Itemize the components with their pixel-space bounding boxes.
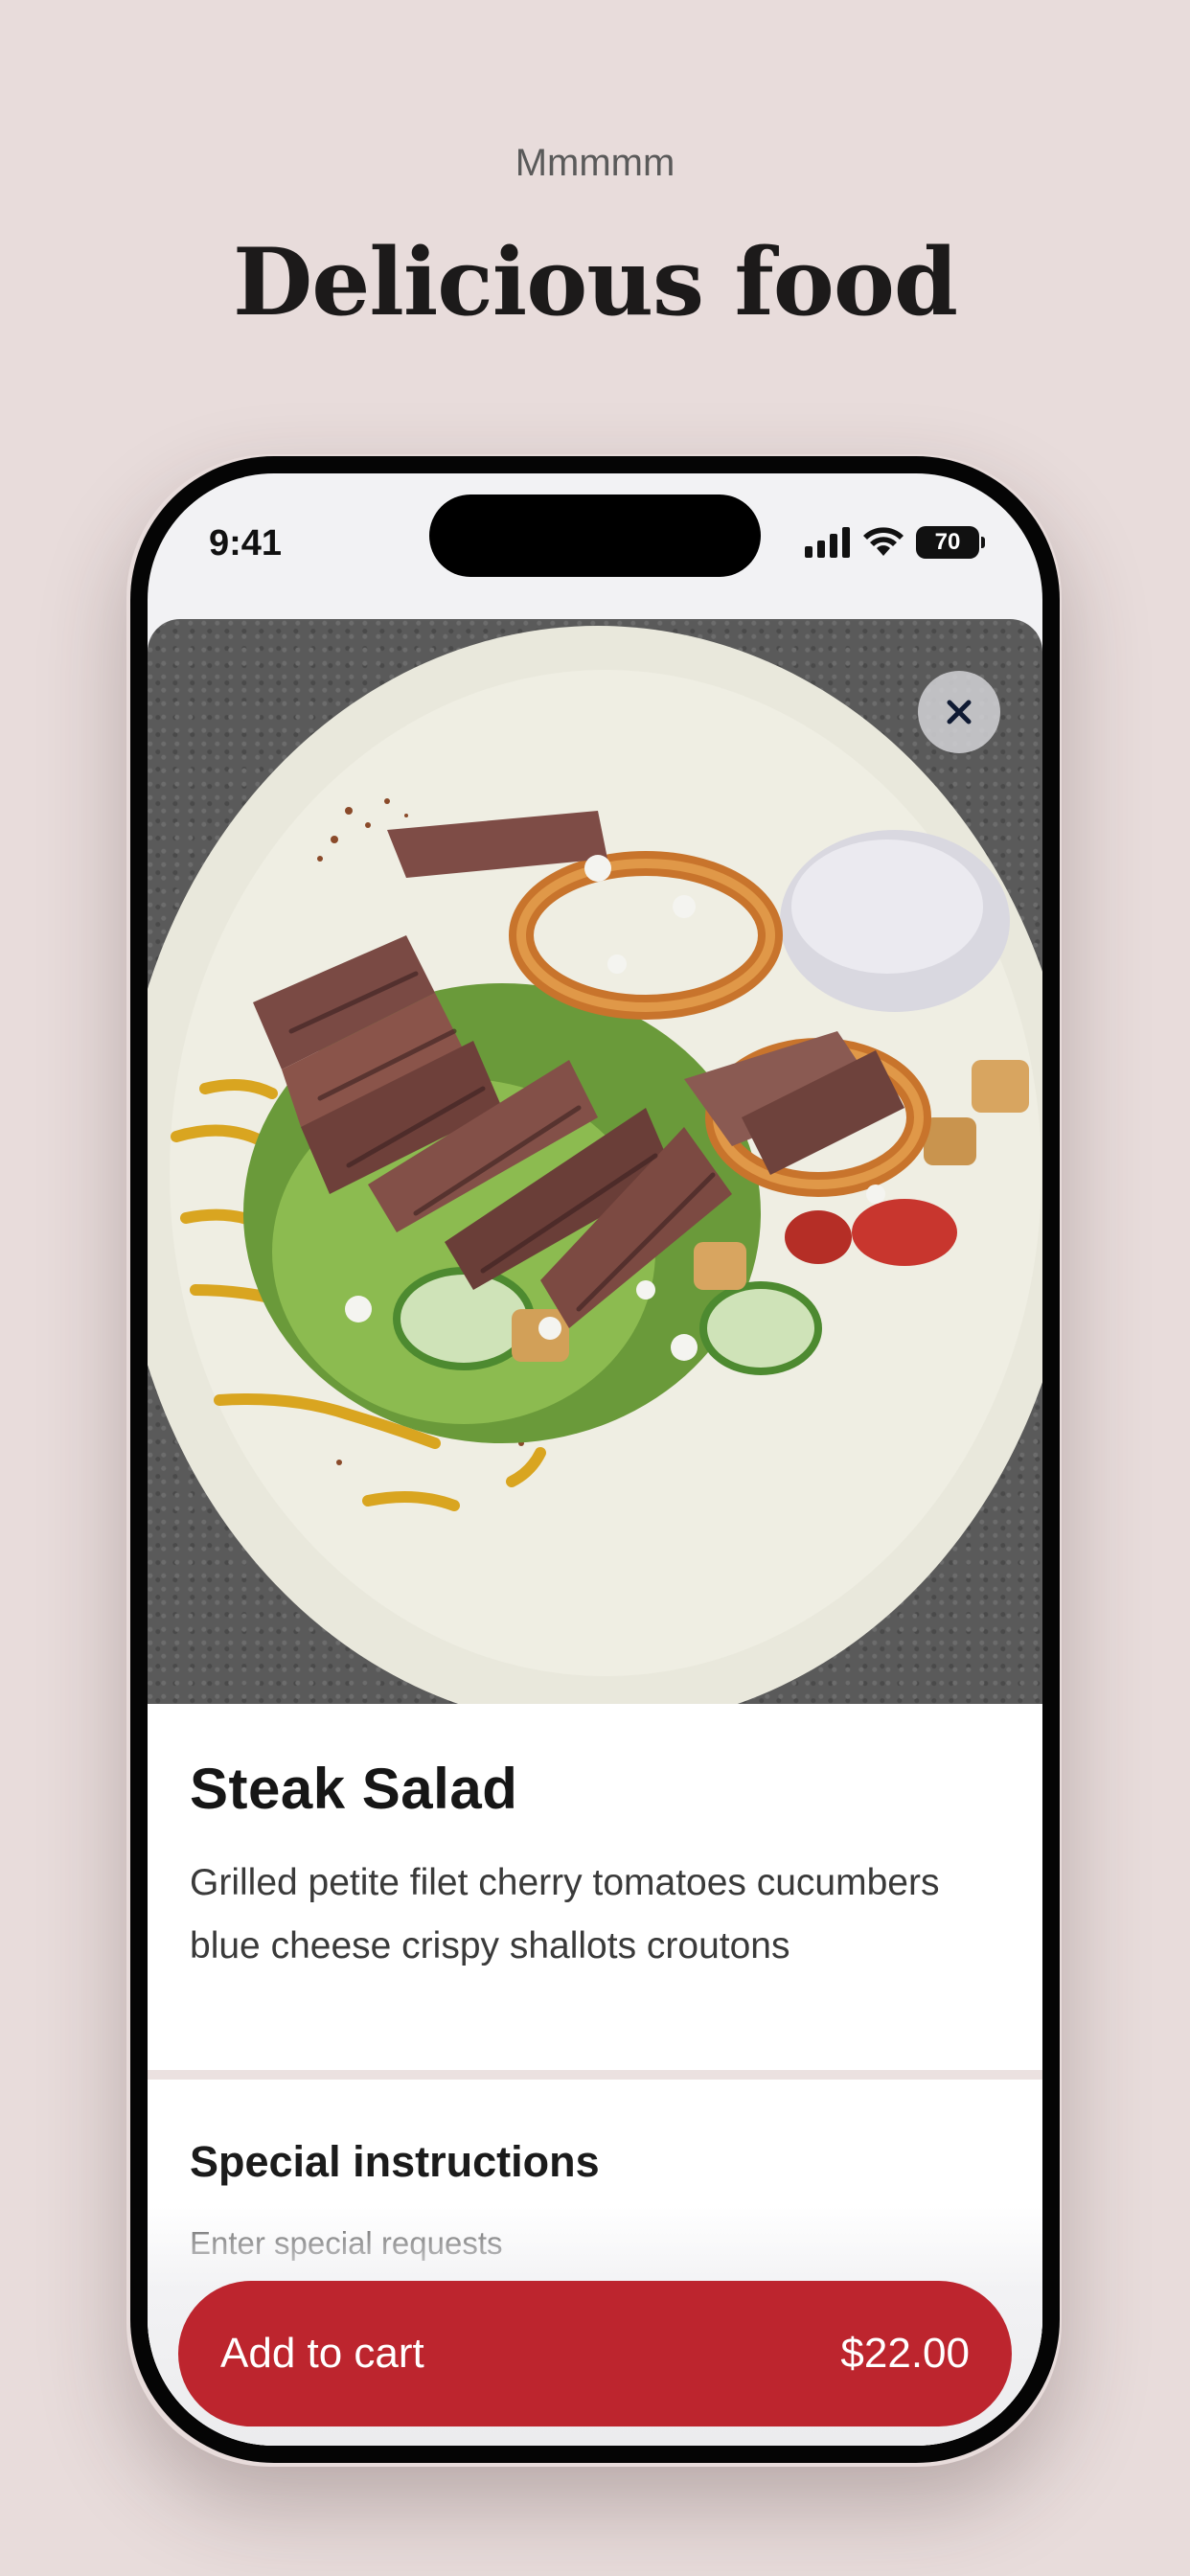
battery-icon: 70: [916, 526, 985, 559]
wifi-icon: [863, 527, 904, 556]
item-description: Grilled petite filet cherry tomatoes cuc…: [190, 1862, 940, 1966]
battery-level: 70: [934, 529, 961, 555]
cellular-signal-icon: [805, 527, 850, 558]
item-sheet: Steak Salad Grilled petite filet cherry …: [148, 619, 1042, 2446]
page: Mmmmm Delicious food 9:41 70 Steak Salad…: [0, 0, 1190, 2576]
phone-screen: 9:41 70 Steak Salad Grilled petite filet…: [148, 473, 1042, 2446]
food-illustration: [148, 626, 1042, 1704]
page-title: Delicious food: [233, 228, 958, 336]
steak-salad-photo: [148, 619, 1042, 1704]
status-icons: 70: [805, 525, 985, 560]
phone-frame: 9:41 70 Steak Salad Grilled petite filet…: [130, 456, 1060, 2463]
section-divider: [148, 2070, 1042, 2080]
page-kicker: Mmmmm: [515, 142, 675, 184]
cart-price: $22.00: [840, 2330, 970, 2377]
item-title: Steak Salad: [190, 1757, 518, 1821]
close-icon: [947, 700, 972, 724]
status-bar: 9:41 70: [148, 473, 1042, 617]
add-to-cart-button[interactable]: Add to cart $22.00: [178, 2281, 1012, 2426]
add-to-cart-label: Add to cart: [220, 2330, 424, 2377]
special-instructions-title: Special instructions: [190, 2137, 600, 2186]
status-time: 9:41: [209, 523, 283, 564]
dynamic-island: [429, 494, 761, 577]
close-button[interactable]: [918, 671, 1000, 753]
